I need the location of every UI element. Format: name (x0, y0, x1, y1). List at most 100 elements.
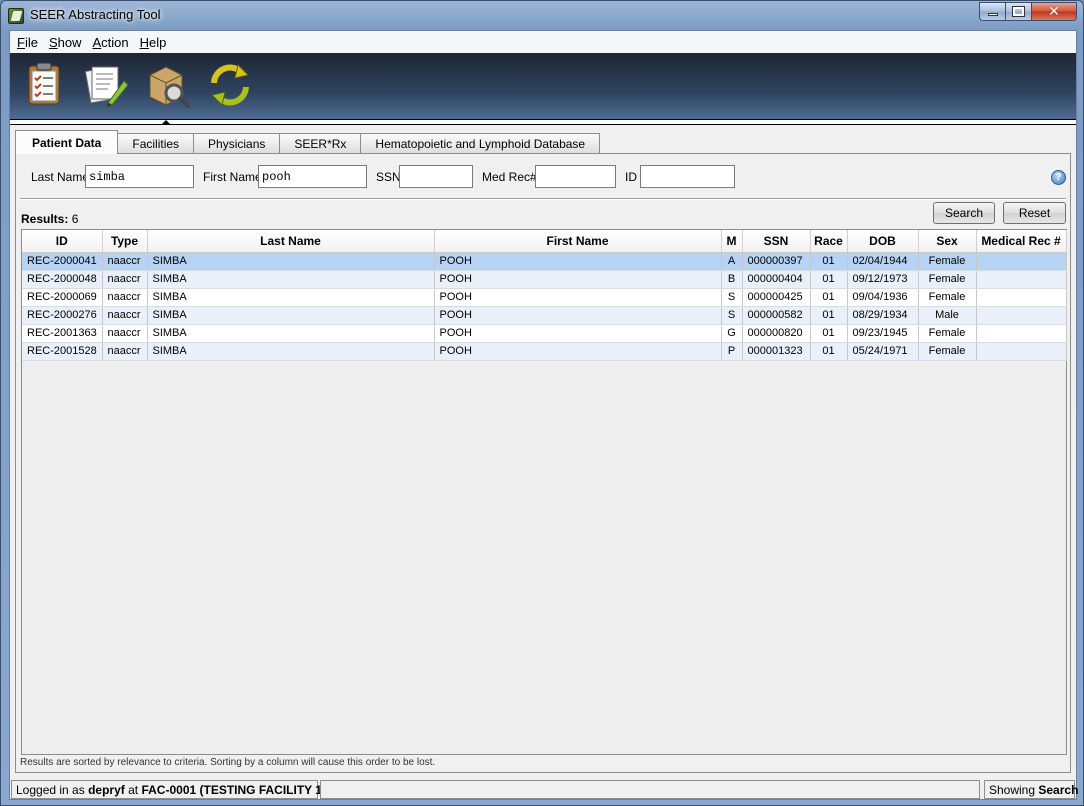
column-header-race[interactable]: Race (810, 230, 848, 253)
tab-facilities[interactable]: Facilities (117, 133, 195, 154)
menu-file[interactable]: File (12, 35, 43, 50)
column-header-dob[interactable]: DOB (847, 230, 919, 253)
toolbar-refresh-button[interactable] (204, 59, 256, 111)
cell-last-name: SIMBA (147, 288, 435, 307)
ssn-label: SSN (376, 170, 401, 184)
toolbar-search-records-button[interactable] (142, 59, 194, 111)
reset-button[interactable]: Reset (1003, 202, 1066, 224)
first-name-label: First Name (203, 170, 262, 184)
cell-m: B (721, 270, 743, 289)
tab-physicians[interactable]: Physicians (193, 133, 281, 154)
cell-last-name: SIMBA (147, 306, 435, 325)
status-view: Showing Search (984, 780, 1078, 799)
toolbar-document-edit-button[interactable] (80, 59, 132, 111)
maximize-button[interactable] (1006, 2, 1032, 21)
cell-race: 01 (810, 252, 848, 271)
column-header-id[interactable]: ID (22, 230, 103, 253)
cell-m: S (721, 288, 743, 307)
sort-note: Results are sorted by relevance to crite… (20, 757, 436, 768)
results-table: ID Type Last Name First Name M SSN Race … (22, 230, 1067, 361)
id-label: ID (625, 170, 637, 184)
last-name-input[interactable] (85, 165, 194, 188)
status-login: Logged in as depryf at FAC-0001 (TESTING… (11, 780, 326, 799)
cell-race: 01 (810, 342, 848, 361)
id-input[interactable] (640, 165, 735, 188)
cell-first-name: POOH (434, 270, 722, 289)
cell-id: REC-2001363 (22, 324, 103, 343)
column-header-first-name[interactable]: First Name (434, 230, 722, 253)
cell-m: S (721, 306, 743, 325)
cell-race: 01 (810, 324, 848, 343)
help-icon[interactable]: ? (1051, 170, 1066, 185)
cell-first-name: POOH (434, 306, 722, 325)
tab-strip: Patient Data Facilities Physicians SEER*… (15, 130, 601, 154)
tab-hematopoietic-lymphoid[interactable]: Hematopoietic and Lymphoid Database (360, 133, 601, 154)
minimize-button[interactable] (979, 2, 1006, 21)
table-row[interactable]: REC-2000048 naaccr SIMBA POOH B 00000040… (22, 270, 1067, 289)
app-window: SEER Abstracting Tool ✕ File Show Action… (0, 0, 1084, 806)
cell-id: REC-2001528 (22, 342, 103, 361)
cell-sex: Female (918, 342, 977, 361)
table-row[interactable]: REC-2001363 naaccr SIMBA POOH G 00000082… (22, 324, 1067, 343)
cell-ssn: 000001323 (742, 342, 811, 361)
column-header-last-name[interactable]: Last Name (147, 230, 435, 253)
first-name-input[interactable] (258, 165, 367, 188)
close-icon: ✕ (1048, 3, 1060, 19)
cell-dob: 02/04/1944 (847, 252, 919, 271)
column-header-type[interactable]: Type (102, 230, 148, 253)
refresh-arrows-icon (211, 64, 249, 106)
cell-first-name: POOH (434, 252, 722, 271)
column-header-medical-rec[interactable]: Medical Rec # (976, 230, 1067, 253)
tab-seer-rx[interactable]: SEER*Rx (279, 133, 362, 154)
cell-sex: Female (918, 270, 977, 289)
results-table-container[interactable]: ID Type Last Name First Name M SSN Race … (21, 229, 1067, 755)
cell-first-name: POOH (434, 324, 722, 343)
column-header-sex[interactable]: Sex (918, 230, 977, 253)
cell-last-name: SIMBA (147, 252, 435, 271)
menu-action[interactable]: Action (88, 35, 134, 50)
clipboard-checklist-icon (28, 62, 60, 105)
ssn-input[interactable] (399, 165, 473, 188)
toolbar-patient-abstract-button[interactable] (18, 59, 70, 111)
med-rec-input[interactable] (535, 165, 616, 188)
title-bar[interactable]: SEER Abstracting Tool ✕ (1, 1, 1083, 29)
cell-race: 01 (810, 288, 848, 307)
column-header-m[interactable]: M (721, 230, 743, 253)
cell-type: naaccr (102, 342, 148, 361)
cell-sex: Female (918, 288, 977, 307)
cell-last-name: SIMBA (147, 324, 435, 343)
cell-m: G (721, 324, 743, 343)
cell-sex: Female (918, 324, 977, 343)
status-message (320, 780, 980, 799)
cell-sex: Male (918, 306, 977, 325)
column-header-ssn[interactable]: SSN (742, 230, 811, 253)
tab-patient-data[interactable]: Patient Data (15, 130, 119, 154)
table-row[interactable]: REC-2000041 naaccr SIMBA POOH A 00000039… (22, 252, 1067, 271)
menu-bar: File Show Action Help (10, 31, 1076, 53)
cell-type: naaccr (102, 288, 148, 307)
table-row[interactable]: REC-2000069 naaccr SIMBA POOH S 00000042… (22, 288, 1067, 307)
menu-help[interactable]: Help (135, 35, 172, 50)
cell-dob: 09/12/1973 (847, 270, 919, 289)
client-area: File Show Action Help Patient Data Facil… (9, 30, 1078, 800)
document-pen-icon (84, 66, 129, 107)
close-button[interactable]: ✕ (1032, 2, 1077, 21)
search-button[interactable]: Search (933, 202, 995, 224)
cell-race: 01 (810, 306, 848, 325)
status-bar: Logged in as depryf at FAC-0001 (TESTING… (10, 779, 1078, 800)
cell-medical-rec (976, 252, 1067, 271)
table-header-row: ID Type Last Name First Name M SSN Race … (22, 230, 1067, 253)
toolbar (10, 53, 1076, 119)
cell-id: REC-2000048 (22, 270, 103, 289)
menu-show[interactable]: Show (44, 35, 87, 50)
cell-medical-rec (976, 306, 1067, 325)
table-row[interactable]: REC-2000276 naaccr SIMBA POOH S 00000058… (22, 306, 1067, 325)
cell-type: naaccr (102, 270, 148, 289)
status-user: depryf (88, 783, 125, 797)
cell-medical-rec (976, 342, 1067, 361)
minimize-icon (987, 13, 998, 16)
cell-sex: Female (918, 252, 977, 271)
table-row[interactable]: REC-2001528 naaccr SIMBA POOH P 00000132… (22, 342, 1067, 361)
cell-id: REC-2000276 (22, 306, 103, 325)
cell-medical-rec (976, 288, 1067, 307)
